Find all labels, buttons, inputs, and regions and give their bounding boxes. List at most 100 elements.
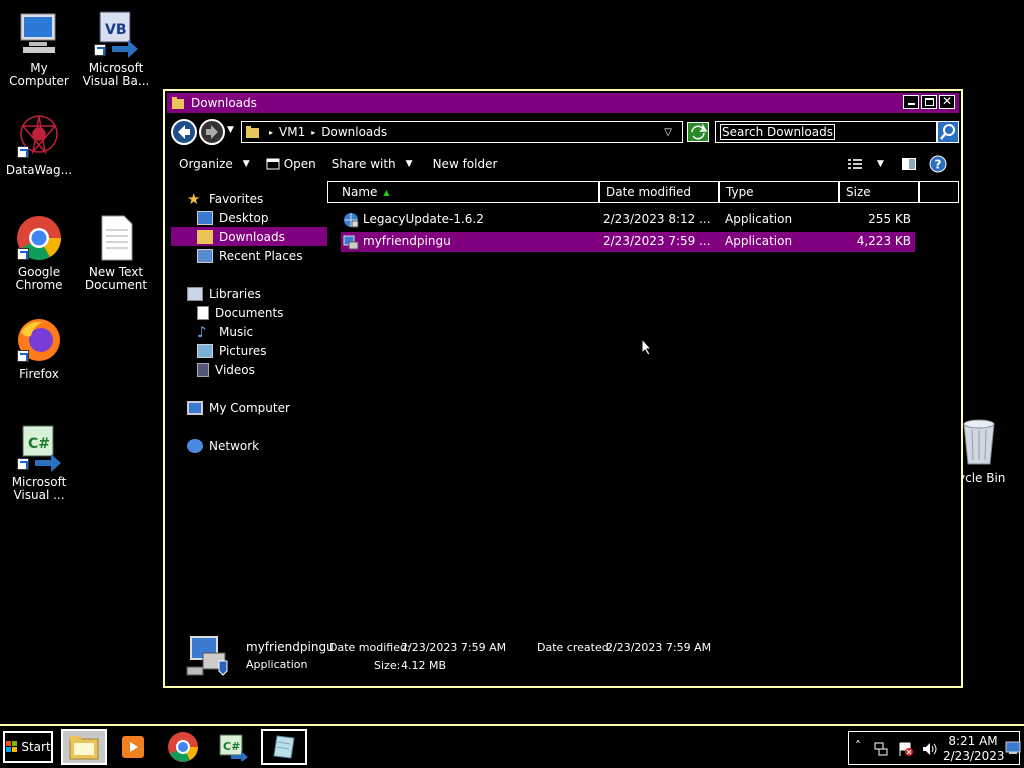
nav-label: Favorites — [209, 191, 264, 206]
explorer-window[interactable]: Downloads ✕ ▼ ▸ VM1 ▸ Downloads ▽ Search… — [163, 89, 963, 688]
taskbar-chrome[interactable] — [160, 729, 206, 765]
desktop-icon — [197, 210, 213, 225]
share-with-label: Share with — [331, 157, 396, 171]
desktop-icon-new-text-document[interactable]: New Text Document — [77, 214, 155, 292]
desktop-icon-label: My Computer — [9, 61, 69, 88]
taskbar-explorer[interactable] — [61, 729, 107, 765]
nav-downloads[interactable]: Downloads — [171, 227, 327, 246]
desktop-icon-firefox[interactable]: Firefox — [0, 316, 78, 381]
show-hidden-icons-button[interactable]: ˄ — [855, 739, 861, 753]
shortcut-arrow-icon — [17, 350, 29, 362]
desktop-icon-my-computer[interactable]: My Computer — [0, 10, 78, 88]
details-created-label: Date created: — [537, 641, 613, 654]
desktop-icon-datawag[interactable]: DataWag... — [0, 112, 78, 177]
svg-text:C#: C# — [28, 436, 50, 452]
new-folder-button[interactable]: New folder — [433, 157, 498, 171]
details-file-type: Application — [246, 658, 308, 671]
open-button[interactable]: Open — [266, 157, 316, 171]
taskbar-visual-csharp[interactable]: C# — [210, 729, 256, 765]
start-label: Start — [21, 740, 51, 754]
address-bar[interactable]: ▸ VM1 ▸ Downloads ▽ — [241, 121, 683, 143]
documents-icon — [197, 305, 209, 320]
nav-label: Network — [209, 438, 260, 453]
computer-icon — [187, 400, 203, 415]
close-icon: ✕ — [942, 94, 953, 108]
computer-icon — [15, 10, 63, 58]
open-label: Open — [283, 157, 316, 171]
chevron-right-icon[interactable]: ▸ — [311, 128, 315, 137]
help-button[interactable]: ? — [929, 155, 947, 176]
title-bar[interactable]: Downloads ✕ — [167, 93, 959, 113]
installer-large-icon — [186, 636, 228, 676]
back-arrow-icon — [178, 125, 190, 139]
back-button[interactable] — [171, 119, 197, 145]
libraries-icon — [187, 286, 203, 301]
file-type: Application — [725, 212, 793, 226]
view-options-button[interactable]: ▼ — [847, 157, 884, 171]
clock[interactable]: 8:21 AM 2/23/2023 — [943, 734, 1005, 764]
taskbar-media-player[interactable] — [110, 729, 156, 765]
close-button[interactable]: ✕ — [939, 94, 955, 109]
nav-favorites[interactable]: ★ Favorites — [187, 189, 343, 208]
address-dropdown-icon[interactable]: ▽ — [664, 127, 672, 138]
file-row-selected[interactable]: myfriendpingu 2/23/2023 7:59 ... Applica… — [341, 232, 915, 252]
details-file-name: myfriendpingu — [246, 640, 334, 654]
recycle-bin-icon — [958, 418, 998, 466]
maximize-button[interactable] — [921, 95, 937, 109]
organize-button[interactable]: Organize ▼ — [179, 157, 250, 171]
action-center-flag-icon[interactable] — [897, 741, 913, 757]
recent-pages-dropdown[interactable]: ▼ — [227, 125, 234, 135]
visual-csharp-icon: C# — [15, 424, 63, 472]
shortcut-arrow-icon — [17, 458, 29, 470]
nav-libraries[interactable]: Libraries — [187, 284, 343, 303]
nav-my-computer[interactable]: My Computer — [187, 398, 343, 417]
command-bar: Organize ▼ Open Share with ▼ New folder ▼ … — [167, 153, 959, 175]
window-title: Downloads — [191, 96, 257, 110]
desktop-icon-recycle-bin[interactable]: ycle Bin — [958, 418, 1024, 485]
minimize-button[interactable] — [903, 95, 919, 109]
network-status-icon[interactable] — [873, 741, 889, 757]
column-header-date-modified[interactable]: Date modified — [599, 181, 719, 203]
search-input[interactable]: Search Downloads — [715, 121, 937, 143]
file-type: Application — [725, 234, 793, 248]
nav-label: Videos — [215, 362, 255, 377]
details-modified-value: 2/23/2023 7:59 AM — [401, 641, 507, 654]
share-with-button[interactable]: Share with ▼ — [332, 157, 413, 171]
forward-button[interactable] — [199, 119, 225, 145]
preview-pane-button[interactable] — [901, 156, 917, 175]
column-header-empty[interactable] — [919, 181, 959, 203]
new-folder-label: New folder — [432, 157, 498, 171]
search-button[interactable] — [937, 121, 959, 143]
details-size-value: 4.12 MB — [401, 659, 447, 672]
clock-date: 2/23/2023 — [943, 749, 1005, 763]
column-header-name[interactable]: Name ▲ — [327, 181, 599, 203]
refresh-button[interactable] — [687, 122, 709, 142]
show-desktop-icon[interactable] — [1005, 740, 1021, 756]
datawag-icon — [15, 112, 63, 160]
nav-network[interactable]: Network — [187, 436, 343, 455]
column-label: Date modified — [606, 185, 692, 199]
videos-icon — [197, 362, 209, 377]
address-segment-root[interactable]: VM1 — [279, 125, 305, 139]
start-button[interactable]: Start — [3, 731, 53, 763]
address-segment-current[interactable]: Downloads — [321, 125, 387, 139]
search-icon — [940, 124, 955, 140]
taskbar-notepad[interactable] — [261, 729, 307, 765]
chevron-down-icon[interactable]: ▼ — [877, 159, 884, 169]
chrome-icon — [15, 214, 63, 262]
volume-icon[interactable] — [921, 741, 937, 757]
navigation-pane: ★ Favorites Desktop Downloads Recent Pla… — [167, 183, 327, 613]
preview-pane-icon — [902, 158, 916, 170]
desktop-icon-visual-csharp[interactable]: C# Microsoft Visual ... — [0, 424, 78, 502]
desktop-icon-google-chrome[interactable]: Google Chrome — [0, 214, 78, 292]
setup-globe-icon — [344, 213, 359, 228]
chevron-right-icon[interactable]: ▸ — [269, 128, 273, 137]
column-label: Name — [342, 185, 378, 199]
shortcut-arrow-icon — [17, 248, 29, 260]
nav-label: Recent Places — [219, 248, 303, 263]
column-header-type[interactable]: Type — [719, 181, 839, 203]
column-header-size[interactable]: Size — [839, 181, 919, 203]
desktop-icon-visual-basic[interactable]: VB Microsoft Visual Ba... — [77, 10, 155, 88]
details-size-label: Size: — [374, 659, 401, 672]
file-row[interactable]: LegacyUpdate-1.6.2 2/23/2023 8:12 ... Ap… — [341, 210, 915, 230]
